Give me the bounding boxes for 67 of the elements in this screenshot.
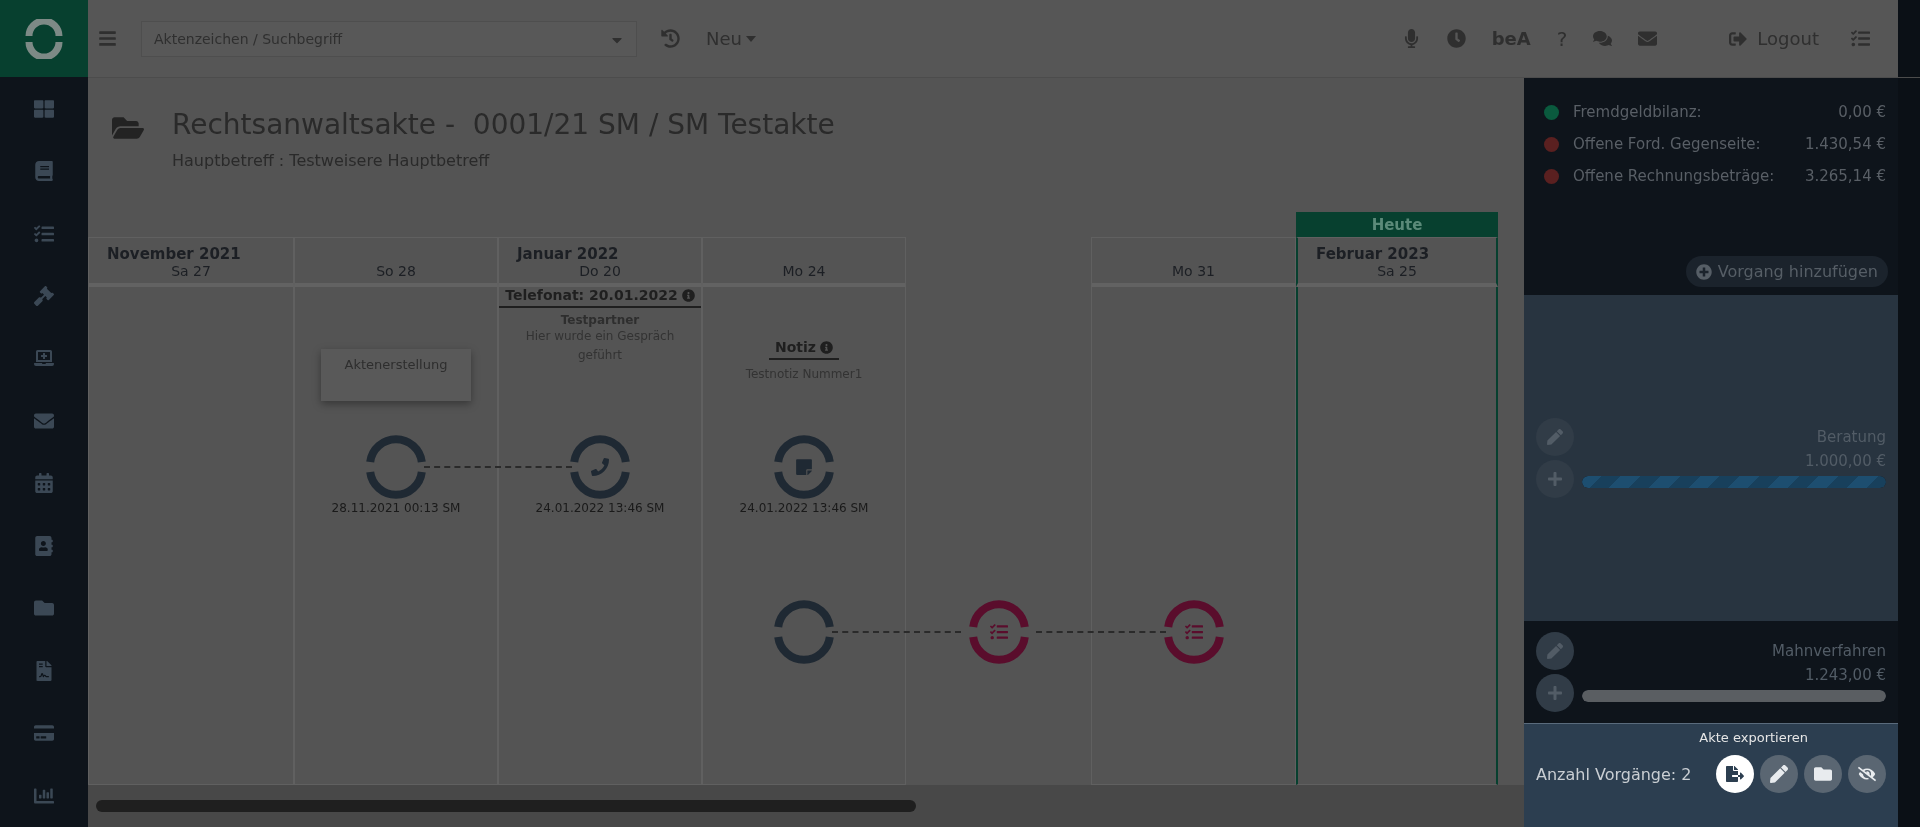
- logo-icon[interactable]: [24, 18, 64, 59]
- day-label: Mo 24: [782, 263, 826, 279]
- chat-icon[interactable]: [1593, 29, 1613, 48]
- contact-book-icon[interactable]: [34, 535, 54, 556]
- procedure-amount: 1.243,00 €: [1804, 666, 1886, 684]
- folder-button[interactable]: [1804, 755, 1842, 793]
- help-button[interactable]: ?: [1556, 26, 1568, 51]
- folder-icon: [1814, 765, 1832, 783]
- procedure-count: Anzahl Vorgänge: 2: [1536, 764, 1693, 784]
- document-icon[interactable]: [34, 660, 54, 681]
- day-label: Mo 31: [1172, 263, 1215, 279]
- calendar-icon[interactable]: [34, 473, 54, 494]
- plus-icon: [1547, 685, 1563, 701]
- procedure-name: Mahnverfahren: [1772, 642, 1886, 660]
- export-button[interactable]: [1716, 755, 1754, 793]
- timeline-node-icon[interactable]: [570, 435, 630, 499]
- checklist-icon[interactable]: [34, 223, 54, 244]
- balance-value: 1.430,54 €: [1804, 135, 1886, 153]
- pencil-icon: [1547, 643, 1563, 659]
- menu-icon[interactable]: [98, 29, 117, 48]
- timeline-node-icon[interactable]: [366, 435, 426, 499]
- gavel-icon[interactable]: [34, 286, 54, 306]
- plus-icon: [1695, 263, 1712, 280]
- mail-icon[interactable]: [1638, 29, 1658, 48]
- balance-label: Offene Rechnungsbeträge:: [1573, 167, 1775, 185]
- balance-value: 0,00 €: [1838, 103, 1886, 121]
- plus-icon: [1547, 471, 1563, 487]
- timeline-node-icon[interactable]: [774, 600, 834, 664]
- clock-icon[interactable]: [1446, 29, 1466, 48]
- day-label: Do 20: [579, 263, 621, 279]
- pencil-icon: [1547, 429, 1563, 445]
- caret-icon: [745, 35, 756, 42]
- balance-value: 3.265,14 €: [1804, 167, 1886, 185]
- info-icon[interactable]: [820, 340, 833, 354]
- file-export-icon: [1726, 765, 1744, 783]
- today-label: Heute: [1296, 212, 1498, 237]
- add-button[interactable]: [1536, 674, 1574, 712]
- balance-label: Fremdgeldbilanz:: [1573, 103, 1702, 121]
- add-procedure-button[interactable]: Vorgang hinzufügen: [1685, 256, 1888, 287]
- edit-button[interactable]: [1760, 755, 1798, 793]
- history-icon[interactable]: [661, 29, 680, 48]
- timeline-node-icon[interactable]: [774, 435, 834, 499]
- book-icon[interactable]: [34, 161, 54, 182]
- folder-icon[interactable]: [34, 598, 54, 619]
- add-button[interactable]: [1536, 460, 1574, 498]
- laptop-icon[interactable]: [34, 348, 54, 369]
- task-node-icon[interactable]: [968, 600, 1029, 664]
- checklist-icon[interactable]: [1851, 29, 1870, 48]
- day-label: Sa 27: [171, 263, 211, 279]
- card-icon[interactable]: [34, 723, 54, 744]
- day-label: So 28: [376, 263, 416, 279]
- eye-slash-icon: [1858, 765, 1876, 783]
- logout-icon: [1729, 29, 1748, 48]
- info-icon[interactable]: [681, 288, 695, 302]
- hide-button[interactable]: [1848, 755, 1886, 793]
- pencil-icon: [1770, 765, 1788, 783]
- month-label: November 2021: [107, 245, 241, 263]
- month-label: Januar 2022: [517, 245, 619, 263]
- event-date: 28.11.2021 00:13 SM: [330, 500, 462, 517]
- dashboard-icon[interactable]: [34, 98, 54, 119]
- month-label: Februar 2023: [1316, 245, 1430, 263]
- event-date: 24.01.2022 13:46 SM: [738, 500, 870, 517]
- task-node-icon[interactable]: [1163, 600, 1224, 664]
- balance-label: Offene Ford. Gegenseite:: [1573, 135, 1761, 153]
- day-label: Sa 25: [1377, 263, 1417, 279]
- event-date: 24.01.2022 13:46 SM: [534, 500, 666, 517]
- scrollbar-thumb[interactable]: [96, 800, 916, 812]
